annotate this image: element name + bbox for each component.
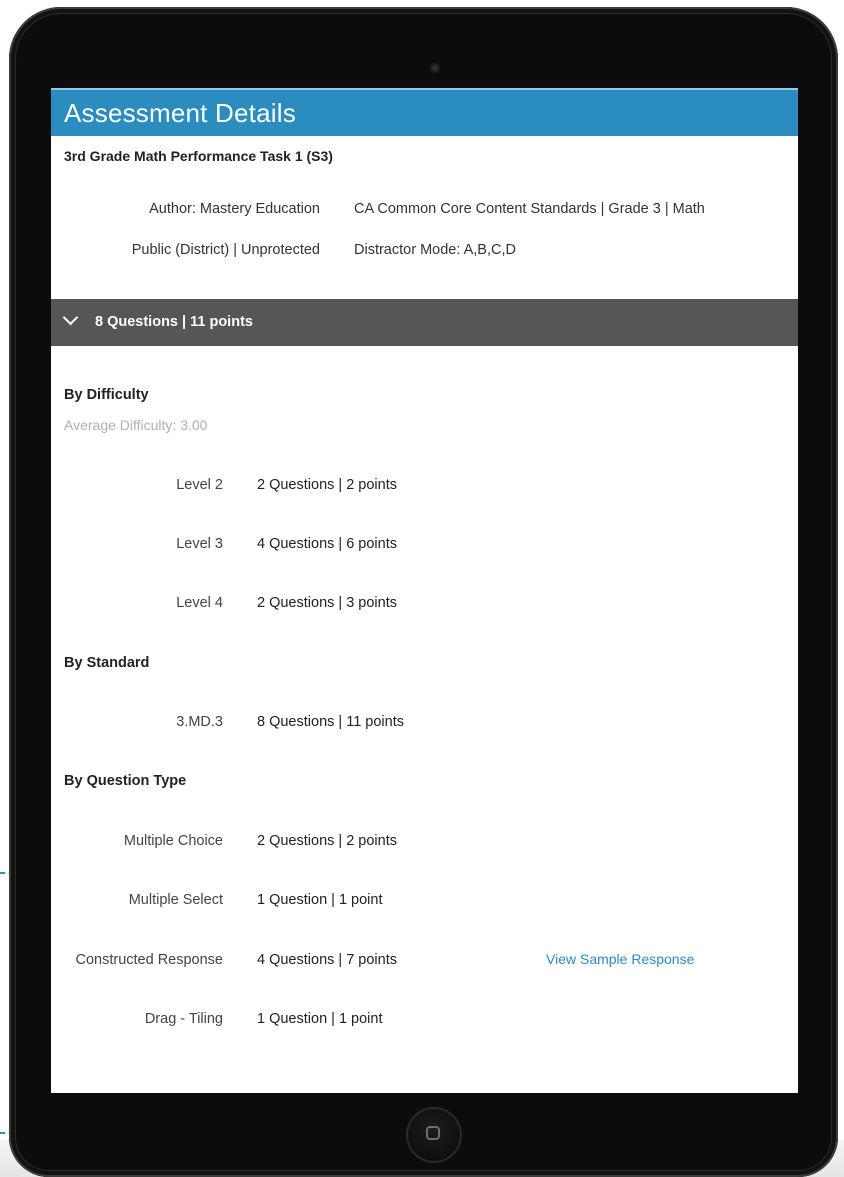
- home-button[interactable]: [406, 1107, 462, 1163]
- standard-label: 3.MD.3: [176, 714, 223, 730]
- question-type-label: Drag - Tiling: [144, 1011, 223, 1027]
- questions-summary-toggle[interactable]: 8 Questions | 11 points: [51, 299, 798, 346]
- question-type-value: 2 Questions | 2 points: [257, 833, 397, 849]
- difficulty-level-label: Level 3: [176, 536, 223, 552]
- distractor-mode-text: Distractor Mode: A,B,C,D: [354, 242, 516, 258]
- question-type-value: 4 Questions | 7 points: [257, 952, 397, 968]
- average-difficulty-text: Average Difficulty: 3.00: [64, 417, 208, 433]
- difficulty-level-value: 2 Questions | 3 points: [257, 595, 397, 611]
- by-question-type-heading: By Question Type: [64, 773, 187, 789]
- question-type-label: Multiple Select: [128, 892, 223, 908]
- question-type-label: Constructed Response: [75, 952, 224, 968]
- by-difficulty-heading: By Difficulty: [64, 387, 149, 403]
- assessment-details-screen: Assessment Details 3rd Grade Math Perfor…: [51, 88, 798, 1093]
- standards-set-text: CA Common Core Content Standards | Grade…: [354, 201, 705, 217]
- difficulty-level-value: 4 Questions | 6 points: [257, 536, 397, 552]
- standard-value: 8 Questions | 11 points: [257, 714, 404, 730]
- difficulty-level-value: 2 Questions | 2 points: [257, 477, 397, 493]
- header-bar: Assessment Details: [51, 88, 798, 136]
- question-type-value: 1 Question | 1 point: [257, 892, 383, 908]
- home-button-icon: [426, 1126, 440, 1140]
- view-sample-response-link[interactable]: View Sample Response: [546, 951, 694, 967]
- author-text: Author: Mastery Education: [149, 201, 320, 217]
- chevron-down-icon: [62, 309, 79, 326]
- assessment-name: 3rd Grade Math Performance Task 1 (S3): [64, 148, 333, 164]
- visibility-text: Public (District) | Unprotected: [131, 242, 320, 258]
- camera-icon: [430, 63, 440, 73]
- difficulty-level-label: Level 4: [176, 595, 223, 611]
- by-standard-heading: By Standard: [64, 655, 150, 671]
- questions-summary-text: 8 Questions | 11 points: [95, 314, 253, 330]
- question-type-label: Multiple Choice: [123, 833, 223, 849]
- page-title: Assessment Details: [64, 98, 296, 128]
- difficulty-level-label: Level 2: [176, 477, 223, 493]
- question-type-value: 1 Question | 1 point: [257, 1011, 383, 1027]
